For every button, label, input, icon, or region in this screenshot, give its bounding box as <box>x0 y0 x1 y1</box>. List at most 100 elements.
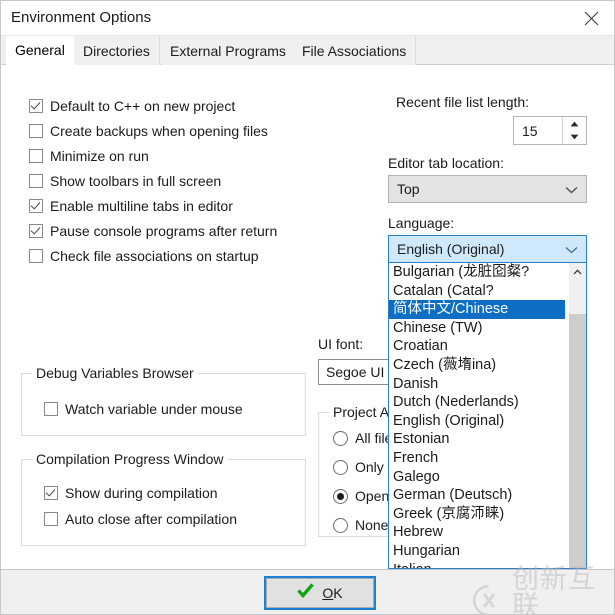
checkbox-default-cpp[interactable]: Default to C++ on new project <box>29 98 235 114</box>
close-icon <box>584 11 598 25</box>
language-dropdown-list[interactable]: Bulgarian (龙脏囵粲? Catalan (Catal? 简体中文/Chin… <box>388 262 587 569</box>
tab-file-associations[interactable]: File Associations <box>293 36 417 65</box>
cx-logo-icon <box>472 584 505 614</box>
ok-button[interactable]: OK <box>264 576 376 610</box>
tab-external-programs[interactable]: External Programs <box>161 36 296 65</box>
chevron-down-icon <box>565 181 578 197</box>
spinner-arrows[interactable] <box>562 117 586 144</box>
radio-all-files[interactable]: All file <box>333 430 392 446</box>
combobox-value: Top <box>397 181 420 197</box>
checkbox-label: Watch variable under mouse <box>65 401 243 417</box>
dropdown-option[interactable]: Hebrew <box>389 523 565 542</box>
dropdown-option[interactable]: Galego <box>389 468 565 487</box>
dropdown-option[interactable]: Dutch (Nederlands) <box>389 393 565 412</box>
dropdown-options: Bulgarian (龙脏囵粲? Catalan (Catal? 简体中文/Chin… <box>389 263 565 568</box>
scroll-up-arrow-icon[interactable] <box>569 263 586 280</box>
radio-only-files[interactable]: Only f <box>333 459 392 475</box>
radio-circle <box>333 517 348 533</box>
combobox-value: English (Original) <box>397 241 505 257</box>
checkbox-label: Show during compilation <box>65 485 218 501</box>
checkbox-box <box>29 99 43 113</box>
checkbox-auto-close-after-compilation[interactable]: Auto close after compilation <box>44 511 237 527</box>
ui-font-label: UI font: <box>318 336 364 352</box>
radio-label: None <box>355 517 389 533</box>
checkbox-show-during-compilation[interactable]: Show during compilation <box>44 485 218 501</box>
radio-circle <box>333 430 348 446</box>
close-button[interactable] <box>568 1 614 35</box>
language-combobox[interactable]: English (Original) <box>388 235 587 263</box>
group-title: Project A <box>329 404 394 420</box>
radio-none[interactable]: None <box>333 517 388 533</box>
checkbox-label: Minimize on run <box>50 148 149 164</box>
dropdown-option[interactable]: Greek (京腐沞睐) <box>389 505 565 524</box>
environment-options-dialog: Environment Options General Directories … <box>0 0 615 615</box>
checkbox-box <box>29 224 43 238</box>
checkbox-box <box>44 402 58 416</box>
dropdown-option[interactable]: German (Deutsch) <box>389 486 565 505</box>
checkbox-box <box>29 124 43 138</box>
spinner-up-icon[interactable] <box>563 117 586 131</box>
dropdown-option[interactable]: 简体中文/Chinese <box>389 300 565 319</box>
dropdown-option[interactable]: English (Original) <box>389 412 565 431</box>
dropdown-option[interactable]: Catalan (Catal? <box>389 282 565 301</box>
checkbox-watch-variable[interactable]: Watch variable under mouse <box>44 401 243 417</box>
dropdown-option[interactable]: Hungarian <box>389 542 565 561</box>
checkbox-pause-console[interactable]: Pause console programs after return <box>29 223 277 239</box>
checkmark-icon <box>297 583 315 603</box>
dropdown-option[interactable]: Czech (薇堶ina) <box>389 356 565 375</box>
tab-directories[interactable]: Directories <box>74 36 160 65</box>
dropdown-option[interactable]: Estonian <box>389 430 565 449</box>
dropdown-option[interactable]: Bulgarian (龙脏囵粲? <box>389 263 565 282</box>
checkbox-label: Create backups when opening files <box>50 123 268 139</box>
dropdown-scrollbar[interactable] <box>569 263 586 568</box>
checkbox-multiline-tabs[interactable]: Enable multiline tabs in editor <box>29 198 233 214</box>
checkbox-box <box>44 486 58 500</box>
tab-general[interactable]: General <box>6 36 75 65</box>
ok-button-label: OK <box>322 585 342 601</box>
checkbox-show-toolbars[interactable]: Show toolbars in full screen <box>29 173 221 189</box>
checkbox-label: Enable multiline tabs in editor <box>50 198 233 214</box>
checkbox-label: Show toolbars in full screen <box>50 173 222 189</box>
radio-circle <box>333 459 348 475</box>
language-label: Language: <box>388 215 455 231</box>
chevron-down-icon <box>565 241 578 257</box>
recent-file-list-length-spinner[interactable]: 15 <box>513 116 587 145</box>
checkbox-box <box>29 249 43 263</box>
checkbox-create-backups[interactable]: Create backups when opening files <box>29 123 268 139</box>
scrollbar-thumb[interactable] <box>569 280 586 314</box>
radio-label: Only f <box>355 459 392 475</box>
checkbox-box <box>29 149 43 163</box>
dropdown-option[interactable]: Danish <box>389 375 565 394</box>
spinner-value: 15 <box>522 122 538 139</box>
dropdown-option[interactable]: Croatian <box>389 337 565 356</box>
checkbox-box <box>29 174 43 188</box>
tab-strip: General Directories External Programs Fi… <box>1 36 614 65</box>
debug-variables-browser-group: Debug Variables Browser Watch variable u… <box>21 365 306 436</box>
recent-file-list-length-label: Recent file list length: <box>396 94 530 110</box>
checkbox-minimize-on-run[interactable]: Minimize on run <box>29 148 149 164</box>
checkbox-label: Auto close after compilation <box>65 511 237 527</box>
checkbox-check-file-assoc[interactable]: Check file associations on startup <box>29 248 259 264</box>
checkbox-label: Default to C++ on new project <box>50 98 236 114</box>
checkbox-box <box>29 199 43 213</box>
radio-label: All file <box>355 430 393 446</box>
checkbox-label: Pause console programs after return <box>50 223 278 239</box>
dropdown-option[interactable]: Chinese (TW) <box>389 319 565 338</box>
radio-circle <box>333 488 348 504</box>
window-title: Environment Options <box>11 9 152 26</box>
title-bar: Environment Options <box>1 1 614 36</box>
watermark-text: 创新互联 CHUANG XIN HU LIAN <box>512 564 614 615</box>
dropdown-option[interactable]: French <box>389 449 565 468</box>
group-title: Compilation Progress Window <box>32 451 228 467</box>
watermark-chinese: 创新互联 <box>512 564 596 615</box>
spinner-down-icon[interactable] <box>563 131 586 145</box>
ok-accel: O <box>322 585 334 601</box>
dialog-body: Default to C++ on new project Create bac… <box>1 65 614 569</box>
editor-tab-location-label: Editor tab location: <box>388 155 504 171</box>
checkbox-box <box>44 512 58 526</box>
watermark: 创新互联 CHUANG XIN HU LIAN <box>472 564 614 615</box>
compilation-progress-window-group: Compilation Progress Window Show during … <box>21 451 306 546</box>
checkbox-label: Check file associations on startup <box>50 248 259 264</box>
editor-tab-location-combobox[interactable]: Top <box>388 175 587 203</box>
group-title: Debug Variables Browser <box>32 365 198 381</box>
